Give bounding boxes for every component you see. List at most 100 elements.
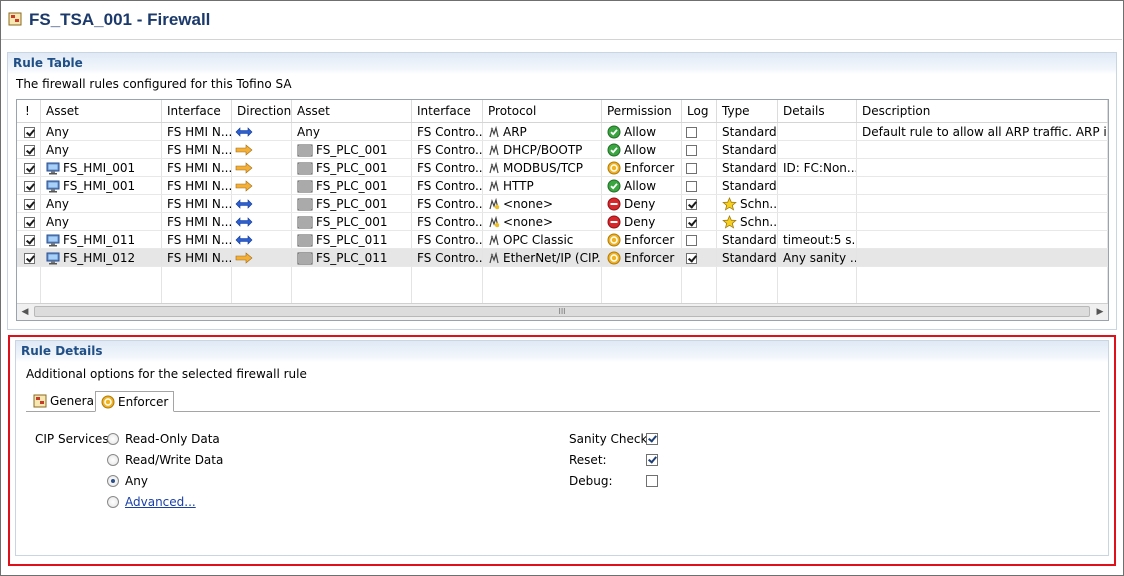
table-row[interactable]: Any FS HMI N... FS_PLC_001 FS Contro... <non… xyxy=(17,195,1108,213)
table-row[interactable]: Any FS HMI N... FS_PLC_001 FS Contro... <non… xyxy=(17,213,1108,231)
cell-enabled xyxy=(17,231,41,249)
row-gridline xyxy=(17,248,1108,249)
tab-enforcer[interactable]: Enforcer xyxy=(95,391,175,412)
cell-src-asset: Any xyxy=(41,141,162,159)
src-asset-text: Any xyxy=(46,125,69,139)
cell-permission: Enforcer xyxy=(602,159,682,177)
enabled-checkbox[interactable] xyxy=(24,235,35,246)
tab-general-label: General xyxy=(50,394,98,408)
radio-read-write[interactable] xyxy=(107,454,119,466)
empty-cell xyxy=(602,285,682,303)
header-col-protocol[interactable]: Protocol xyxy=(483,100,602,122)
permission-text: Enforcer xyxy=(624,233,675,247)
enforcer-icon xyxy=(607,233,621,247)
empty-cell xyxy=(412,285,483,303)
radio-advanced[interactable] xyxy=(107,496,119,508)
empty-cell xyxy=(232,285,292,303)
header-col-description[interactable]: Description xyxy=(857,100,1108,122)
radio-read-only[interactable] xyxy=(107,433,119,445)
log-checkbox[interactable] xyxy=(686,235,697,246)
protocol-icon xyxy=(489,144,499,156)
table-row[interactable]: FS_HMI_001 FS HMI N... FS_PLC_001 FS Contro… xyxy=(17,177,1108,195)
enabled-checkbox[interactable] xyxy=(24,253,35,264)
empty-cell xyxy=(717,285,778,303)
src-asset-text: FS_HMI_001 xyxy=(63,161,136,175)
header-col-src-asset[interactable]: Asset xyxy=(41,100,162,122)
header-col-enabled[interactable]: ! xyxy=(17,100,41,122)
src-interface-text: FS HMI N... xyxy=(167,251,232,265)
log-checkbox[interactable] xyxy=(686,253,697,264)
table-row[interactable]: FS_HMI_012 FS HMI N... FS_PLC_011 FS Contro… xyxy=(17,249,1108,267)
horizontal-scrollbar[interactable]: ◀ III ▶ xyxy=(17,303,1108,320)
header-col-details[interactable]: Details xyxy=(778,100,857,122)
cell-direction xyxy=(232,213,292,231)
table-row[interactable]: Any FS HMI N... Any FS Contro... ARP Allow Sta… xyxy=(17,123,1108,141)
cell-details xyxy=(778,177,857,195)
table-row[interactable]: FS_HMI_011 FS HMI N... FS_PLC_011 FS Contro… xyxy=(17,231,1108,249)
cell-protocol: ARP xyxy=(483,123,602,141)
cell-dst-asset: FS_PLC_001 xyxy=(292,141,412,159)
enabled-checkbox[interactable] xyxy=(24,145,35,156)
debug-checkbox[interactable] xyxy=(646,475,658,487)
reset-checkbox[interactable] xyxy=(646,454,658,466)
permission-text: Enforcer xyxy=(624,251,675,265)
header-col-dst-asset[interactable]: Asset xyxy=(292,100,412,122)
empty-cell xyxy=(682,267,717,285)
advanced-link[interactable]: Advanced... xyxy=(125,495,196,509)
log-checkbox[interactable] xyxy=(686,199,697,210)
enabled-checkbox[interactable] xyxy=(24,181,35,192)
cell-dst-asset: FS_PLC_011 xyxy=(292,249,412,267)
header-col-src-interface[interactable]: Interface xyxy=(162,100,232,122)
cell-permission: Enforcer xyxy=(602,231,682,249)
enabled-checkbox[interactable] xyxy=(24,163,35,174)
src-interface-text: FS HMI N... xyxy=(167,161,232,175)
table-header: ! Asset Interface Direction Asset Interface Pr… xyxy=(17,100,1108,123)
radio-any[interactable] xyxy=(107,475,119,487)
cell-log xyxy=(682,159,717,177)
allow-icon xyxy=(607,143,621,157)
sanity-check-checkbox[interactable] xyxy=(646,433,658,445)
enabled-checkbox[interactable] xyxy=(24,127,35,138)
table-row[interactable]: FS_HMI_001 FS HMI N... FS_PLC_001 FS Contro… xyxy=(17,159,1108,177)
rule-table-description: The firewall rules configured for this T… xyxy=(16,77,292,91)
cell-description xyxy=(857,141,1108,159)
protocol-icon xyxy=(489,234,499,246)
log-checkbox[interactable] xyxy=(686,127,697,138)
cell-src-asset: FS_HMI_001 xyxy=(41,159,162,177)
scroll-right-icon[interactable]: ▶ xyxy=(1092,304,1108,320)
cell-type: Schn... xyxy=(717,195,778,213)
scroll-left-icon[interactable]: ◀ xyxy=(17,304,33,320)
dst-asset-text: FS_PLC_011 xyxy=(316,233,388,247)
header-col-type[interactable]: Type xyxy=(717,100,778,122)
bidirectional-arrow-icon xyxy=(235,235,253,245)
scroll-thumb[interactable]: III xyxy=(34,306,1090,317)
radio-read-write-label: Read/Write Data xyxy=(125,453,224,467)
cell-direction xyxy=(232,123,292,141)
log-checkbox[interactable] xyxy=(686,163,697,174)
enabled-checkbox[interactable] xyxy=(24,199,35,210)
rules-table[interactable]: ! Asset Interface Direction Asset Interface Pr… xyxy=(16,99,1109,321)
table-row[interactable]: Any FS HMI N... FS_PLC_001 FS Contro... DHCP… xyxy=(17,141,1108,159)
src-interface-text: FS HMI N... xyxy=(167,125,232,139)
log-checkbox[interactable] xyxy=(686,217,697,228)
tab-general[interactable]: General xyxy=(28,391,102,411)
star-icon xyxy=(722,215,737,229)
header-col-permission[interactable]: Permission xyxy=(602,100,682,122)
header-col-direction[interactable]: Direction xyxy=(232,100,292,122)
enabled-checkbox[interactable] xyxy=(24,217,35,228)
rule-details-section: Rule Details Additional options for the … xyxy=(15,340,1109,556)
log-checkbox[interactable] xyxy=(686,181,697,192)
cell-type: Standard xyxy=(717,141,778,159)
header-col-log[interactable]: Log xyxy=(682,100,717,122)
sanity-check-label: Sanity Check: xyxy=(569,432,652,446)
cell-enabled xyxy=(17,159,41,177)
dst-interface-text: FS Contro... xyxy=(417,143,483,157)
cell-direction xyxy=(232,195,292,213)
cell-direction xyxy=(232,141,292,159)
log-checkbox[interactable] xyxy=(686,145,697,156)
src-interface-text: FS HMI N... xyxy=(167,197,232,211)
src-interface-text: FS HMI N... xyxy=(167,215,232,229)
protocol-icon xyxy=(489,162,499,174)
header-col-dst-interface[interactable]: Interface xyxy=(412,100,483,122)
deny-icon xyxy=(607,197,621,211)
